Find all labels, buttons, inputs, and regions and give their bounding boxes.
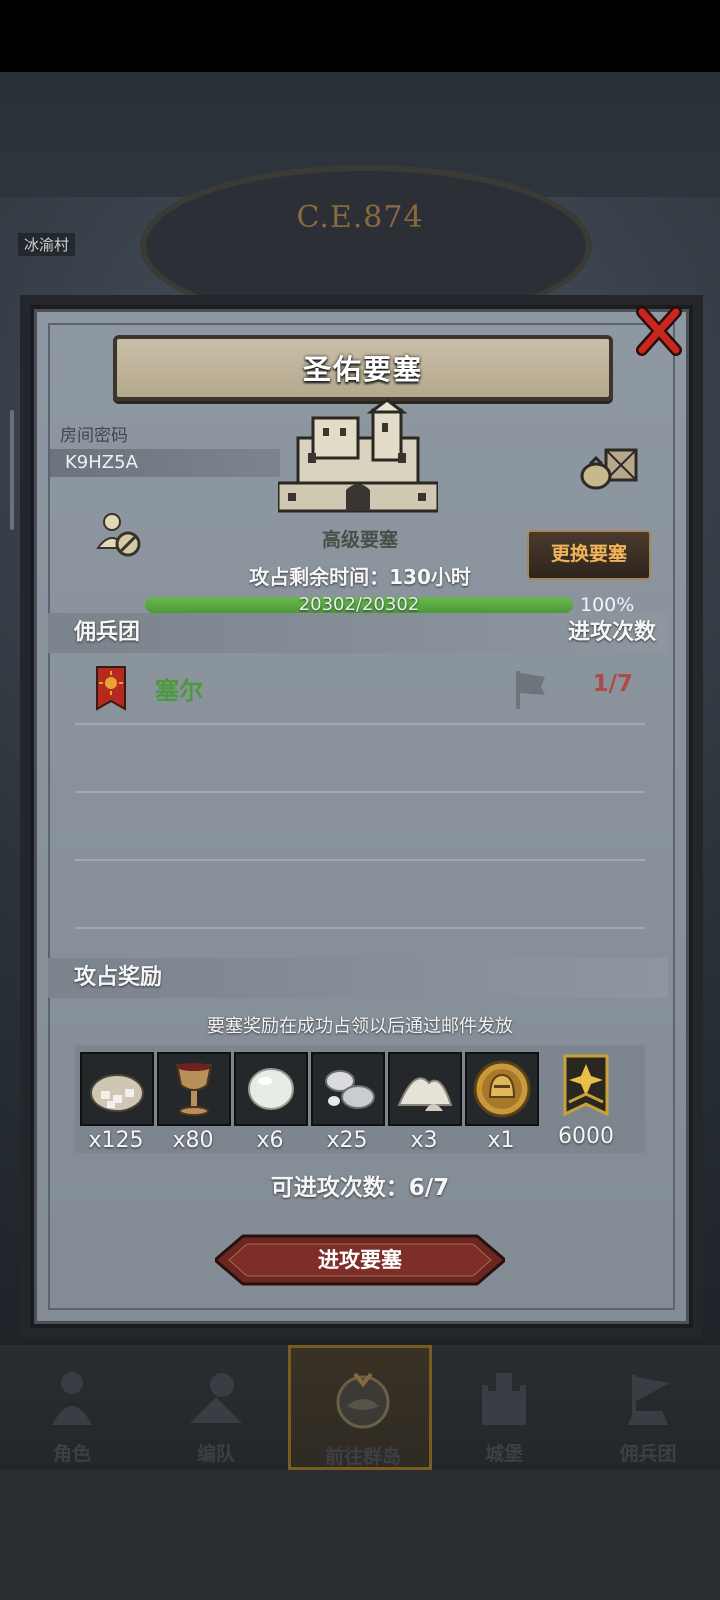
rewards-header: 攻占奖励 <box>74 965 163 990</box>
bottom-nav: 角色 编队 前往群岛 城堡 佣兵团 <box>0 1345 720 1470</box>
reward-qty: x80 <box>172 1128 214 1153</box>
reward-note: 要塞奖励在成功占领以后通过邮件发放 <box>207 1016 513 1037</box>
silver-orbs-icon <box>325 1070 375 1109</box>
reward-qty: x125 <box>88 1128 144 1153</box>
nav-item-islands[interactable]: 前往群岛 <box>288 1345 432 1470</box>
mercenary-header: 佣兵团 <box>74 620 141 645</box>
formation-icon <box>190 1373 242 1423</box>
reward-item[interactable]: x80 <box>157 1052 231 1153</box>
village-label: 冰渝村 <box>18 233 76 256</box>
mercenary-icon <box>628 1375 670 1425</box>
castle-nav-icon <box>482 1373 526 1425</box>
remaining-time: 攻占剩余时间：130小时 <box>249 565 471 589</box>
reward-item[interactable]: 6000 <box>545 1052 627 1149</box>
pearl-icon <box>248 1068 294 1110</box>
island-icon <box>336 1372 390 1429</box>
reward-item[interactable]: x25 <box>311 1052 385 1153</box>
mercenary-section-header: 佣兵团 进攻次数 <box>48 613 668 653</box>
castle-icon <box>278 398 438 513</box>
close-button[interactable] <box>635 305 683 357</box>
nav-label: 角色 <box>52 1443 91 1465</box>
rewards-panel: x125 x80 x6 x25 x3 x1 6000 <box>75 1045 645 1153</box>
room-code[interactable]: K9HZ5A <box>50 449 280 477</box>
reward-qty: x1 <box>487 1128 515 1153</box>
empty-row <box>75 791 645 861</box>
rank-badge-icon <box>563 1054 609 1117</box>
rewards-section-header: 攻占奖励 <box>48 958 668 998</box>
nav-label: 城堡 <box>484 1443 523 1465</box>
bottom-area <box>0 1470 720 1600</box>
room-code-label: 房间密码 <box>60 426 128 446</box>
available-attacks: 可进攻次数：6/7 <box>270 1175 450 1201</box>
dialog-title: 圣佑要塞 <box>302 353 423 386</box>
attack-count: 1/7 <box>592 671 633 697</box>
goblet-icon <box>175 1063 213 1116</box>
nav-label: 编队 <box>196 1443 235 1465</box>
title-plate: 圣佑要塞 <box>113 335 613 401</box>
year-dial <box>140 165 592 327</box>
nav-item-formation[interactable]: 编队 <box>144 1345 288 1470</box>
nav-label: 前往群岛 <box>324 1446 401 1468</box>
status-bar <box>0 0 720 72</box>
attack-fortress-button[interactable]: 进攻要塞 <box>215 1234 505 1286</box>
guild-banner-icon <box>96 666 126 711</box>
mercenary-row[interactable]: 塞尔 1/7 <box>75 655 645 725</box>
attack-count-header: 进攻次数 <box>567 620 656 645</box>
helmet-coin-icon <box>473 1060 531 1118</box>
nav-item-role[interactable]: 角色 <box>0 1345 144 1470</box>
scrollbar[interactable] <box>10 410 14 530</box>
reward-item[interactable]: x125 <box>80 1052 154 1153</box>
supply-chest-icon[interactable] <box>580 442 640 492</box>
close-icon <box>636 306 682 356</box>
reward-item[interactable]: x3 <box>388 1052 462 1153</box>
reward-qty: x6 <box>256 1128 284 1153</box>
reward-qty: 6000 <box>558 1124 614 1149</box>
reward-qty: x25 <box>326 1128 368 1153</box>
empty-row <box>75 859 645 929</box>
flag-icon <box>516 671 545 709</box>
nav-label: 佣兵团 <box>619 1443 677 1465</box>
reward-qty: x3 <box>410 1128 438 1153</box>
year-text: C.E.874 <box>296 200 424 235</box>
powder-pile-icon <box>397 1077 453 1111</box>
reward-item[interactable]: x6 <box>234 1052 308 1153</box>
ore-sack-icon <box>90 1074 144 1112</box>
user-blocked-icon[interactable] <box>95 510 143 558</box>
mercenary-name: 塞尔 <box>155 677 203 705</box>
empty-row <box>75 723 645 793</box>
nav-item-mercenary[interactable]: 佣兵团 <box>576 1345 720 1470</box>
fortress-hp-text: 20302/20302 <box>298 594 420 615</box>
nav-item-castle[interactable]: 城堡 <box>432 1345 576 1470</box>
knight-icon <box>52 1372 92 1425</box>
reward-item[interactable]: x1 <box>465 1052 539 1153</box>
